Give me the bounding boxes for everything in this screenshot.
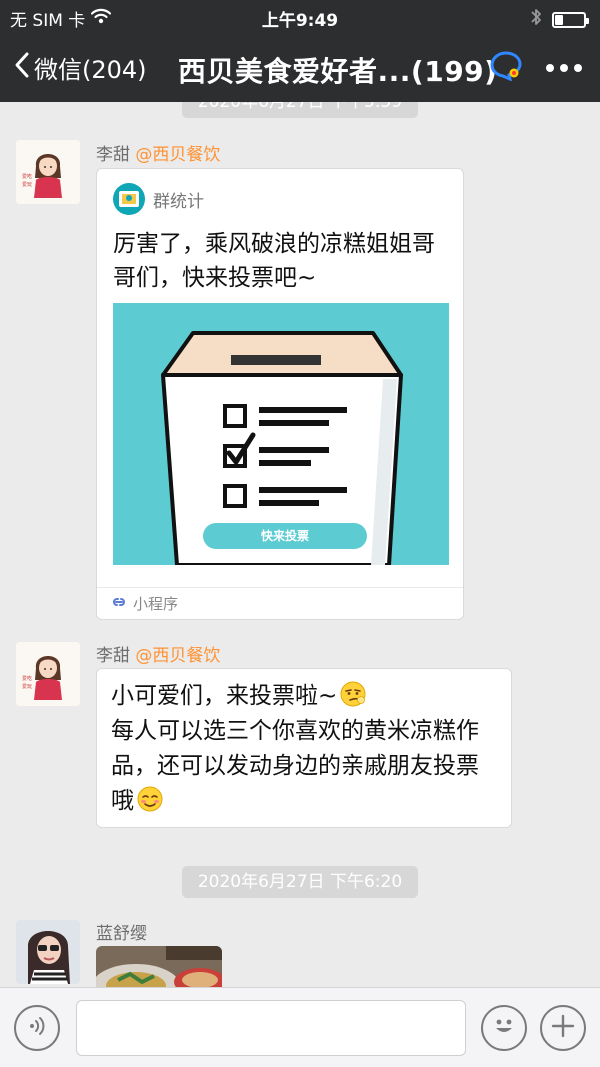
sender-name: 李甜 @西贝餐饮 [96, 140, 220, 165]
message-input[interactable] [76, 1000, 466, 1056]
card-title: 厉害了，乘风破浪的凉糕姐姐哥哥们，快来投票吧~ [113, 231, 435, 291]
more-functions-button[interactable] [540, 1005, 586, 1051]
avatar[interactable] [16, 920, 80, 984]
card-app-name: 群统计 [153, 191, 204, 212]
input-toolbar [0, 987, 600, 1067]
smug-face-emoji-icon [339, 680, 367, 708]
sender-name: 蓝舒缨 [96, 919, 147, 944]
dot-icon [560, 64, 568, 72]
status-right [530, 7, 589, 32]
time-divider-partial: 2020年6月27日 下午5:59 [182, 102, 418, 118]
svg-text:爱玩: 爱玩 [22, 683, 32, 690]
mini-program-link-icon [111, 594, 127, 614]
message-text: 小可爱们，来投票啦~ [111, 683, 338, 709]
message-body: 每人可以选三个你喜欢的黄米凉糕作品，还可以发动身边的亲戚朋友投票哦 [111, 714, 497, 819]
sender-name-text: 蓝舒缨 [96, 924, 147, 944]
sender-name-text: 李甜 [96, 646, 130, 666]
avatar[interactable]: 爱吃 爱玩 [16, 642, 80, 706]
avatar[interactable]: 爱吃 爱玩 [16, 140, 80, 204]
woman-sunglasses-avatar-icon [16, 920, 80, 984]
sender-name-text: 李甜 [96, 145, 130, 165]
vote-now-badge: 快来投票 [260, 529, 309, 543]
card-header: 群统计 [113, 183, 204, 215]
mini-program-label: 小程序 [133, 595, 179, 613]
chat-screen: 无 SIM 卡 上午9:49 微信(204) 西贝美食爱好者...(199) 2… [0, 0, 600, 1067]
back-button[interactable]: 微信(204) [14, 50, 147, 85]
battery-level-fill [555, 14, 564, 25]
mini-program-card[interactable]: 群统计 厉害了，乘风破浪的凉糕姐姐哥哥们，快来投票吧~ 快来投票 小程序 [96, 168, 464, 620]
chevron-left-icon [14, 51, 30, 85]
time-divider: 2020年6月27日 下午6:20 [182, 866, 418, 898]
nav-bar: 微信(204) 西贝美食爱好者...(199) [0, 34, 600, 102]
card-footer: 小程序 [97, 587, 463, 619]
plus-icon [550, 1013, 576, 1043]
photo-message[interactable] [96, 946, 222, 987]
svg-text:爱玩: 爱玩 [22, 181, 32, 188]
message-line-1: 小可爱们，来投票啦~ [111, 679, 497, 714]
bluetooth-icon [530, 7, 542, 32]
dot-icon [546, 64, 554, 72]
svg-text:爱吃: 爱吃 [22, 173, 32, 180]
chat-title: 西贝美食爱好者...(199) [178, 55, 498, 88]
group-assistant-icon[interactable] [490, 51, 524, 85]
voice-icon [26, 1015, 48, 1041]
battery-icon [552, 11, 589, 28]
mention-tag[interactable]: @西贝餐饮 [135, 646, 220, 666]
message-bubble[interactable]: 小可爱们，来投票啦~ 每人可以选三个你喜欢的黄米凉糕作品，还可以发动身边的亲戚朋… [96, 668, 512, 828]
message-text: 每人可以选三个你喜欢的黄米凉糕作品，还可以发动身边的亲戚朋友投票哦 [111, 718, 479, 814]
status-bar: 无 SIM 卡 上午9:49 [0, 0, 600, 34]
cartoon-girl-avatar-icon: 爱吃 爱玩 [16, 642, 80, 706]
voice-input-button[interactable] [14, 1005, 60, 1051]
cartoon-girl-avatar-icon: 爱吃 爱玩 [16, 140, 80, 204]
smiley-icon [489, 1011, 519, 1045]
sender-name: 李甜 @西贝餐饮 [96, 641, 220, 666]
more-options-button[interactable] [546, 64, 582, 72]
back-label: 微信(204) [34, 56, 147, 84]
ballot-box-illustration: 快来投票 [113, 303, 449, 567]
status-time: 上午9:49 [261, 11, 339, 31]
mention-tag[interactable]: @西贝餐饮 [135, 145, 220, 165]
emoji-button[interactable] [481, 1005, 527, 1051]
chat-area[interactable]: 2020年6月27日 下午5:59 爱吃 爱玩 李甜 @西贝餐饮 群统计 厉害了… [0, 102, 600, 987]
dot-icon [574, 64, 582, 72]
svg-text:爱吃: 爱吃 [22, 675, 32, 682]
stats-app-icon [113, 183, 145, 215]
relieved-face-emoji-icon [136, 785, 164, 813]
header: 无 SIM 卡 上午9:49 微信(204) 西贝美食爱好者...(199) [0, 0, 600, 102]
